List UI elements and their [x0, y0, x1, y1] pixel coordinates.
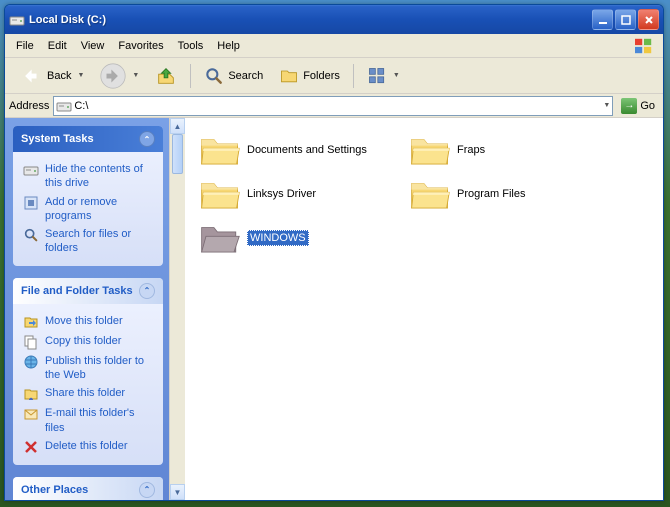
separator	[353, 64, 354, 88]
web-icon	[23, 354, 39, 370]
panel-other-places: Other Places ⌃ My Computer My Documents …	[13, 477, 163, 500]
task-move[interactable]: Move this folder	[23, 312, 153, 332]
copy-icon	[23, 334, 39, 350]
chevron-down-icon: ▼	[132, 72, 139, 79]
maximize-button[interactable]	[615, 9, 636, 30]
folder-icon	[199, 176, 241, 212]
toolbar: Back ▼ ▼ Search Folders ▼	[5, 58, 663, 94]
folders-button[interactable]: Folders	[273, 62, 346, 90]
views-icon	[367, 66, 387, 86]
folders-icon	[279, 66, 299, 86]
windows-logo-icon	[629, 36, 659, 56]
explorer-window: Local Disk (C:) File Edit View Favorites…	[4, 4, 664, 501]
menu-view[interactable]: View	[74, 37, 112, 55]
sidebar: System Tasks ⌃ Hide the contents of this…	[5, 118, 185, 500]
menu-file[interactable]: File	[9, 37, 41, 55]
programs-icon	[23, 195, 39, 211]
chevron-down-icon: ▼	[77, 72, 84, 79]
menu-edit[interactable]: Edit	[41, 37, 74, 55]
up-button[interactable]	[149, 61, 183, 91]
back-arrow-icon	[17, 63, 43, 89]
share-icon	[23, 386, 39, 402]
window-title: Local Disk (C:)	[29, 14, 592, 26]
folder-icon	[409, 176, 451, 212]
panel-system-tasks: System Tasks ⌃ Hide the contents of this…	[13, 126, 163, 266]
collapse-icon: ⌃	[139, 131, 155, 147]
address-bar: Address ▼ → Go	[5, 94, 663, 118]
search-icon	[204, 66, 224, 86]
folder-label: Fraps	[457, 144, 605, 156]
drive-icon	[56, 98, 72, 114]
close-button[interactable]	[638, 9, 659, 30]
task-share[interactable]: Share this folder	[23, 384, 153, 404]
search-icon	[23, 227, 39, 243]
collapse-icon: ⌃	[139, 482, 155, 498]
folder-item[interactable]: Documents and Settings	[197, 130, 397, 170]
folder-item[interactable]: Program Files	[407, 174, 607, 214]
go-button[interactable]: → Go	[617, 97, 659, 115]
collapse-icon: ⌃	[139, 283, 155, 299]
task-hide-contents[interactable]: Hide the contents of this drive	[23, 160, 153, 193]
menu-help[interactable]: Help	[210, 37, 247, 55]
task-publish[interactable]: Publish this folder to the Web	[23, 352, 153, 385]
folder-item[interactable]: WINDOWS	[197, 218, 397, 258]
minimize-button[interactable]	[592, 9, 613, 30]
chevron-down-icon[interactable]: ▼	[603, 102, 610, 109]
folder-item[interactable]: Linksys Driver	[197, 174, 397, 214]
panel-header-filefolder[interactable]: File and Folder Tasks ⌃	[13, 278, 163, 304]
scroll-thumb[interactable]	[172, 134, 183, 174]
task-email[interactable]: E-mail this folder's files	[23, 404, 153, 437]
separator	[190, 64, 191, 88]
folder-content[interactable]: Documents and Settings Fraps Linksys Drive…	[185, 118, 663, 500]
menu-favorites[interactable]: Favorites	[111, 37, 170, 55]
menubar: File Edit View Favorites Tools Help	[5, 34, 663, 58]
panel-header-other[interactable]: Other Places ⌃	[13, 477, 163, 500]
scroll-down-arrow-icon[interactable]: ▼	[170, 484, 185, 500]
sidebar-scrollbar[interactable]: ▲ ▼	[169, 118, 185, 500]
delete-icon	[23, 439, 39, 455]
task-copy[interactable]: Copy this folder	[23, 332, 153, 352]
folder-icon	[409, 132, 451, 168]
folder-item[interactable]: Fraps	[407, 130, 607, 170]
folder-icon	[199, 220, 241, 256]
address-input-wrap[interactable]: ▼	[53, 96, 613, 116]
folder-label: Documents and Settings	[247, 144, 395, 156]
task-delete[interactable]: Delete this folder	[23, 437, 153, 457]
up-arrow-icon	[155, 65, 177, 87]
folder-label: Linksys Driver	[247, 188, 395, 200]
forward-arrow-icon	[100, 63, 126, 89]
search-button[interactable]: Search	[198, 62, 269, 90]
go-arrow-icon: →	[621, 98, 637, 114]
panel-header-system[interactable]: System Tasks ⌃	[13, 126, 163, 152]
folder-label: Program Files	[457, 188, 605, 200]
panel-file-folder-tasks: File and Folder Tasks ⌃ Move this folder…	[13, 278, 163, 465]
folder-label: WINDOWS	[247, 232, 395, 244]
scroll-up-arrow-icon[interactable]: ▲	[170, 118, 185, 134]
address-label: Address	[9, 100, 49, 112]
body: System Tasks ⌃ Hide the contents of this…	[5, 118, 663, 500]
email-icon	[23, 406, 39, 422]
task-search[interactable]: Search for files or folders	[23, 225, 153, 258]
chevron-down-icon: ▼	[393, 72, 400, 79]
drive-icon	[9, 12, 25, 28]
menu-tools[interactable]: Tools	[171, 37, 211, 55]
move-icon	[23, 314, 39, 330]
task-add-remove[interactable]: Add or remove programs	[23, 193, 153, 226]
views-button[interactable]: ▼	[361, 62, 406, 90]
folder-icon	[199, 132, 241, 168]
back-button[interactable]: Back ▼	[11, 59, 90, 93]
address-input[interactable]	[72, 100, 601, 112]
forward-button[interactable]: ▼	[94, 59, 145, 93]
titlebar[interactable]: Local Disk (C:)	[5, 5, 663, 34]
drive-icon	[23, 162, 39, 178]
